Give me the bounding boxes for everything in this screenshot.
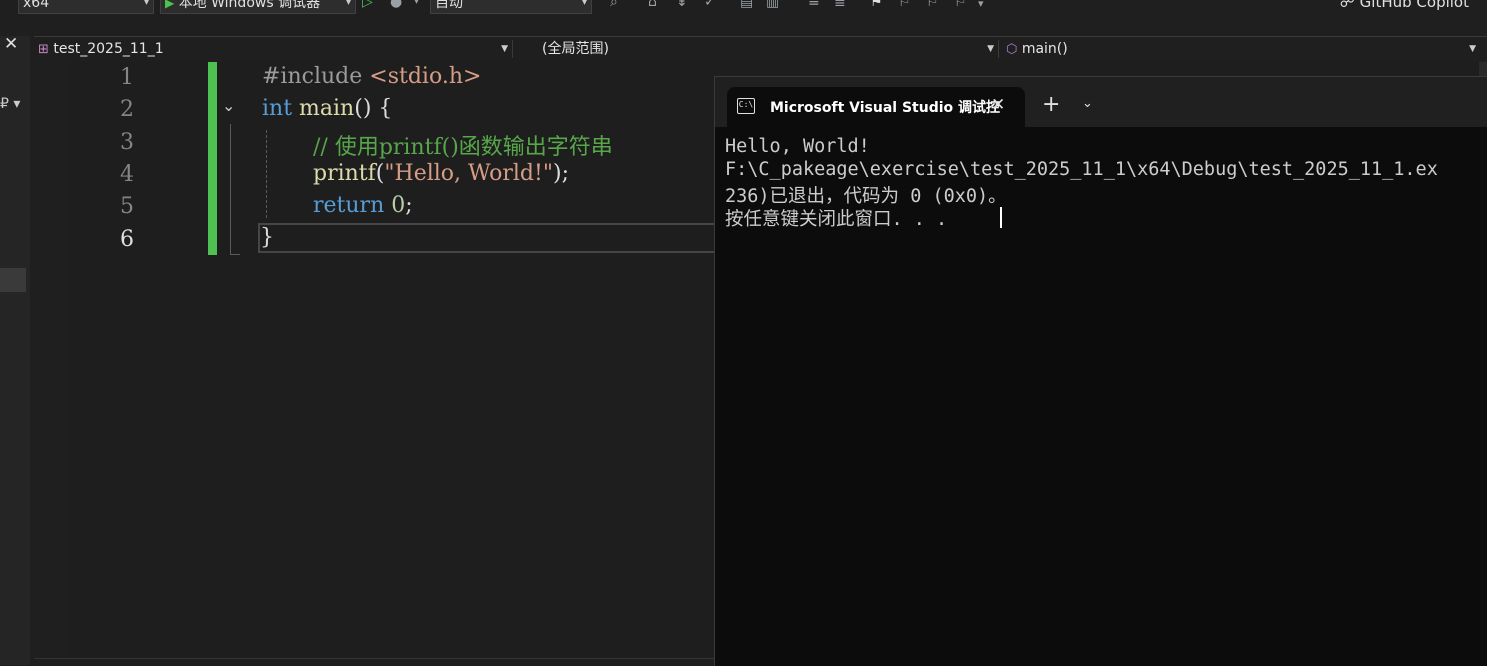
indent-guide	[266, 130, 267, 218]
divider	[512, 40, 513, 58]
scope-dropdown[interactable]: (全局范围) ▼	[542, 39, 994, 59]
saved-changes-bar	[208, 62, 217, 255]
start-without-debugging-icon[interactable]: ▷	[362, 0, 373, 10]
chevron-down-icon: ▾	[581, 0, 587, 8]
code-text: ;	[405, 193, 413, 218]
chevron-down-icon: ▼	[1469, 44, 1476, 54]
indent-icon[interactable]: ≡	[808, 0, 820, 10]
platform-dropdown[interactable]: x64 ▾	[18, 0, 154, 14]
previous-bookmark-icon[interactable]: ⚐	[898, 0, 911, 10]
function-call: printf	[313, 161, 376, 186]
chevron-down-icon[interactable]: ▾	[414, 0, 419, 7]
console-output-line: F:\C_pakeage\exercise\test_2025_11_1\x64…	[725, 159, 1438, 180]
preprocessor-directive: #include	[262, 64, 363, 89]
line-number: 5	[120, 194, 134, 219]
function-name: main	[299, 96, 355, 121]
number-literal: 0	[391, 193, 406, 218]
member-value: main()	[1021, 41, 1068, 57]
chevron-down-icon[interactable]: ▾	[978, 0, 984, 10]
keyword: int	[262, 96, 293, 121]
uncomment-icon[interactable]: ▥	[766, 0, 779, 10]
console-tab-title: Microsoft Visual Studio 调试控	[770, 100, 1001, 116]
selected-tree-item[interactable]	[0, 268, 26, 292]
string-literal: "Hello, World!"	[384, 161, 553, 186]
editor-margin	[34, 62, 68, 665]
plus-icon[interactable]: +	[1042, 92, 1060, 117]
code-comment: // 使用printf()函数输出字符串	[313, 135, 613, 160]
copilot-label: GitHub Copilot	[1359, 0, 1469, 11]
code-line-4[interactable]: printf("Hello, World!");	[313, 161, 569, 186]
code-line-2[interactable]: int main() {	[262, 96, 392, 121]
chevron-down-icon: ▼	[501, 44, 508, 54]
closing-brace: }	[260, 225, 274, 250]
project-dropdown[interactable]: ⊞ test_2025_11_1 ▼	[38, 39, 508, 59]
code-line-3[interactable]: // 使用printf()函数输出字符串	[313, 129, 613, 161]
divider	[998, 40, 999, 58]
code-line-6[interactable]: }	[260, 225, 274, 250]
start-debugger-button[interactable]: ▶ 本地 Windows 调试器 ▾	[160, 0, 356, 14]
debugger-label: 本地 Windows 调试器	[178, 0, 321, 11]
line-number-active: 6	[120, 227, 134, 252]
outdent-icon[interactable]: ≣	[834, 0, 846, 10]
fold-guide-end	[230, 254, 240, 255]
record-icon[interactable]: ●	[390, 0, 402, 10]
navigation-bar: ⊞ test_2025_11_1 ▼ (全局范围) ▼ ⬡ main() ▼	[34, 36, 1487, 62]
line-number: 1	[120, 65, 134, 90]
chevron-down-icon: ▾	[143, 0, 149, 8]
include-header: <stdio.h>	[369, 64, 482, 89]
comment-icon[interactable]: ▤	[740, 0, 753, 10]
code-line-1[interactable]: #include <stdio.h>	[262, 64, 481, 89]
project-name: test_2025_11_1	[53, 41, 164, 57]
line-number: 4	[120, 162, 134, 187]
copilot-icon: ☍	[1339, 0, 1355, 11]
panel-dropdown-icon[interactable]: ₽ ▾	[0, 96, 20, 112]
current-line-highlight	[258, 223, 728, 253]
main-toolbar: x64 ▾ ▶ 本地 Windows 调试器 ▾ ▷ ● ▾ 自动 ▾ ⌕ ⌂ …	[0, 0, 1487, 16]
fold-guide	[230, 124, 231, 254]
next-bookmark-icon[interactable]: ⚐	[926, 0, 939, 10]
mode-value: 自动	[435, 0, 463, 11]
line-number: 2	[120, 97, 134, 122]
play-icon: ▶	[165, 0, 175, 10]
bookmark-icon[interactable]: ⚑	[870, 0, 883, 10]
chevron-down-icon: ▾	[345, 0, 351, 8]
github-copilot-button[interactable]: ☍ GitHub Copilot	[1340, 0, 1469, 11]
console-output-line: Hello, World!	[725, 136, 870, 157]
scope-value: (全局范围)	[542, 41, 609, 57]
code-text: () {	[354, 96, 393, 121]
code-line-5[interactable]: return 0;	[313, 193, 413, 218]
project-icon: ⊞	[38, 42, 49, 57]
chevron-down-icon[interactable]: ⌄	[1082, 96, 1093, 111]
chevron-down-icon: ▼	[987, 44, 994, 54]
text-cursor	[1000, 207, 1002, 228]
home-icon[interactable]: ⌂	[648, 0, 657, 10]
function-cube-icon: ⬡	[1006, 42, 1018, 57]
close-icon[interactable]: ✕	[4, 34, 18, 54]
member-dropdown[interactable]: ⬡ main() ▼	[1006, 39, 1476, 59]
code-text: );	[552, 161, 569, 186]
left-panel-edge	[0, 36, 30, 665]
find-in-files-icon[interactable]: ⌕	[610, 0, 618, 10]
close-icon[interactable]: ✕	[991, 95, 1005, 115]
terminal-icon: C:\	[737, 98, 755, 114]
check-icon[interactable]: ✓	[704, 0, 716, 10]
step-over-icon[interactable]: ⇟	[676, 0, 688, 10]
clear-bookmarks-icon[interactable]: ⚐	[954, 0, 967, 10]
console-output-line: 按任意键关闭此窗口. . .	[725, 209, 948, 230]
keyword: return	[313, 193, 385, 218]
mode-dropdown[interactable]: 自动 ▾	[430, 0, 592, 14]
fold-chevron-down-icon[interactable]: ⌄	[222, 96, 235, 115]
platform-value: x64	[23, 0, 50, 11]
line-number: 3	[120, 130, 134, 155]
